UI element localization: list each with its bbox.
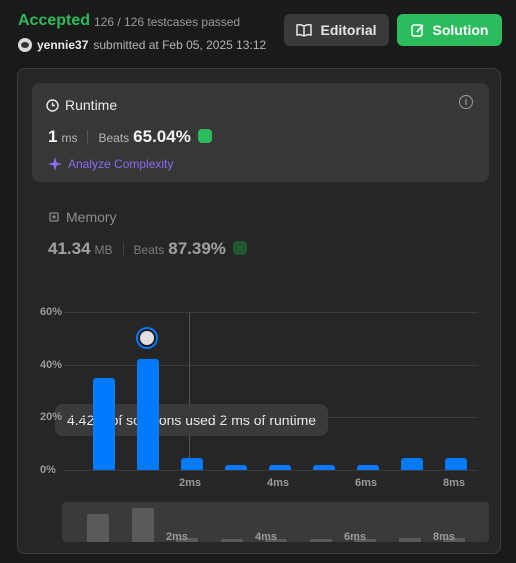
- user-avatar[interactable]: [18, 38, 32, 52]
- chart-bar[interactable]: [269, 464, 291, 470]
- sparkle-icon: [48, 157, 62, 171]
- memory-beats-label: Beats: [133, 243, 165, 257]
- chip-icon: [49, 212, 59, 222]
- y-tick-label: 0%: [40, 464, 56, 476]
- memory-heading[interactable]: Memory: [48, 209, 117, 225]
- runtime-card[interactable]: Runtime i 1 ms Beats 65.04% Analyze Comp…: [32, 83, 489, 182]
- submission-meta: yennie37 submitted at Feb 05, 2025 13:12: [18, 38, 266, 52]
- divider: [87, 130, 89, 144]
- info-icon[interactable]: i: [459, 95, 473, 109]
- edit-icon: [410, 24, 424, 37]
- runtime-beats: 65.04%: [133, 127, 191, 146]
- submission-header: Accepted 126 / 126 testcases passed yenn…: [18, 10, 502, 58]
- memory-unit: MB: [94, 243, 113, 257]
- mini-bar: [131, 508, 154, 542]
- analyze-complexity-link[interactable]: Analyze Complexity: [48, 157, 173, 171]
- chart-bar[interactable]: [401, 458, 423, 470]
- gridline: [64, 470, 478, 471]
- x-tick-label: 4ms: [267, 477, 290, 489]
- mini-bar: [220, 539, 243, 542]
- mini-x-label: 4ms: [255, 531, 278, 542]
- editorial-button[interactable]: Editorial: [284, 14, 389, 46]
- mini-x-label: 6ms: [344, 531, 367, 542]
- clap-icon: [197, 129, 212, 143]
- memory-value: 41.34: [48, 239, 91, 258]
- x-tick-label: 8ms: [443, 477, 466, 489]
- y-tick-label: 20%: [40, 411, 63, 424]
- divider: [122, 242, 124, 256]
- memory-stats[interactable]: 41.34 MB Beats 87.39%: [48, 239, 247, 259]
- status-accepted: Accepted: [18, 12, 91, 29]
- runtime-stats: 1 ms Beats 65.04%: [48, 127, 212, 147]
- mini-bar: [309, 539, 332, 542]
- submitted-time: submitted at Feb 05, 2025 13:12: [93, 38, 267, 52]
- clap-icon: [232, 241, 247, 255]
- hover-line: [189, 312, 190, 470]
- y-tick-label: 60%: [40, 306, 63, 318]
- runtime-value: 1: [48, 127, 58, 146]
- chart-bar[interactable]: [225, 464, 247, 470]
- username[interactable]: yennie37: [37, 38, 88, 52]
- testcases-passed: 126 / 126 testcases passed: [94, 15, 241, 29]
- y-tick-label: 40%: [40, 358, 63, 371]
- memory-title: Memory: [66, 209, 117, 225]
- your-submission-marker[interactable]: [136, 327, 158, 349]
- editorial-label: Editorial: [320, 22, 377, 38]
- solution-button[interactable]: Solution: [397, 14, 502, 46]
- gridline: [64, 312, 478, 313]
- x-tick-label: 6ms: [355, 477, 378, 489]
- solution-label: Solution: [432, 22, 489, 38]
- x-tick-label: 2ms: [179, 477, 202, 489]
- clock-icon: [46, 98, 59, 112]
- runtime-beats-label: Beats: [98, 131, 130, 145]
- chart-bar[interactable]: [93, 377, 115, 470]
- runtime-title: Runtime: [65, 97, 118, 113]
- chart-range-navigator[interactable]: 2ms 4ms 6ms 8ms: [62, 502, 489, 542]
- chart-bar[interactable]: [181, 458, 203, 470]
- analyze-label: Analyze Complexity: [68, 157, 174, 171]
- gridline: [64, 364, 478, 366]
- runtime-unit: ms: [61, 131, 78, 145]
- result-panel: Runtime i 1 ms Beats 65.04% Analyze Comp…: [17, 68, 501, 554]
- mini-bar: [87, 514, 109, 542]
- mini-x-label: 8ms: [433, 531, 456, 542]
- chart-bar[interactable]: [445, 458, 467, 470]
- book-icon: [296, 23, 313, 37]
- gridline: [64, 417, 478, 419]
- chart-bar[interactable]: [137, 359, 159, 470]
- runtime-heading: Runtime: [46, 97, 117, 113]
- chart-bar[interactable]: [313, 464, 335, 470]
- chart-bar[interactable]: [357, 464, 379, 470]
- memory-beats: 87.39%: [168, 239, 226, 258]
- mini-bar: [398, 538, 421, 542]
- mini-x-label: 2ms: [166, 531, 189, 542]
- user-avatar-icon: [140, 331, 154, 345]
